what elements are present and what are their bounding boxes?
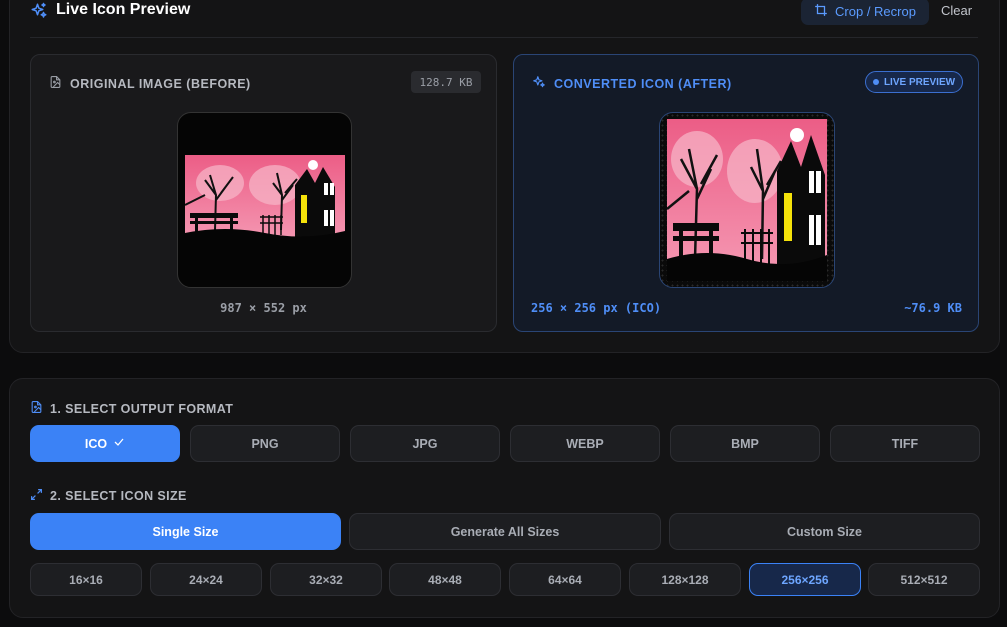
mode-label: Single Size (152, 524, 219, 539)
format-option-tiff[interactable]: TIFF (830, 425, 980, 462)
crop-button[interactable]: Crop / Recrop (801, 0, 929, 25)
crop-icon (814, 3, 828, 20)
checkmark-icon (113, 436, 125, 451)
mode-label: Generate All Sizes (450, 524, 560, 539)
original-image (185, 155, 345, 245)
format-option-label: WEBP (566, 436, 604, 451)
original-dimensions: 987 × 552 px (220, 301, 307, 315)
format-option-ico[interactable]: ICO (30, 425, 180, 462)
size-option-512[interactable]: 512×512 (868, 563, 980, 596)
format-option-jpg[interactable]: JPG (350, 425, 500, 462)
format-option-bmp[interactable]: BMP (670, 425, 820, 462)
output-format-heading: 1. SELECT OUTPUT FORMAT (30, 400, 233, 417)
icon-size-label: 2. SELECT ICON SIZE (50, 489, 187, 503)
size-option-64[interactable]: 64×64 (509, 563, 621, 596)
converted-icon-image (667, 119, 827, 281)
converted-icon-heading: CONVERTED ICON (AFTER) (532, 75, 732, 92)
converted-icon-frame (659, 112, 835, 288)
converted-file-size: ~76.9 KB (904, 301, 962, 315)
original-image-card: ORIGINAL IMAGE (BEFORE) 128.7 KB 987 × 5… (30, 54, 497, 332)
converted-icon-title: CONVERTED ICON (AFTER) (554, 76, 732, 91)
original-size-badge: 128.7 KB (411, 71, 481, 93)
converted-icon-card: CONVERTED ICON (AFTER) LIVE PREVIEW 256 … (513, 54, 979, 332)
original-image-heading: ORIGINAL IMAGE (BEFORE) (49, 75, 251, 92)
header-divider (30, 37, 978, 38)
size-option-128[interactable]: 128×128 (629, 563, 741, 596)
size-option-48[interactable]: 48×48 (389, 563, 501, 596)
icon-size-heading: 2. SELECT ICON SIZE (30, 488, 187, 504)
live-preview-badge: LIVE PREVIEW (865, 71, 963, 93)
mode-label: Custom Size (786, 524, 862, 539)
format-option-label: BMP (731, 436, 759, 451)
format-option-label: ICO (84, 436, 108, 451)
mode-custom-size[interactable]: Custom Size (669, 513, 980, 550)
image-file-icon (49, 75, 62, 92)
size-option-256[interactable]: 256×256 (749, 563, 861, 596)
original-image-frame (177, 112, 352, 288)
sparkles-icon (532, 75, 546, 92)
format-option-label: TIFF (891, 436, 919, 451)
mode-generate-all-sizes[interactable]: Generate All Sizes (349, 513, 661, 550)
format-option-png[interactable]: PNG (190, 425, 340, 462)
mode-single-size[interactable]: Single Size (30, 513, 341, 550)
clear-button[interactable]: Clear (941, 3, 972, 18)
live-dot-icon (872, 79, 879, 85)
output-format-label: 1. SELECT OUTPUT FORMAT (50, 401, 234, 416)
crop-button-label: Crop / Recrop (835, 4, 916, 19)
sparkles-icon (30, 2, 48, 20)
image-file-icon (30, 400, 43, 417)
format-option-webp[interactable]: WEBP (510, 425, 660, 462)
page-title: Live Icon Preview (56, 1, 191, 18)
format-option-label: PNG (251, 436, 279, 451)
live-preview-label: LIVE PREVIEW (883, 76, 956, 88)
original-image-title: ORIGINAL IMAGE (BEFORE) (70, 76, 251, 91)
size-option-32[interactable]: 32×32 (270, 563, 382, 596)
expand-icon (30, 488, 43, 504)
format-option-label: JPG (412, 436, 438, 451)
converted-dimensions: 256 × 256 px (ICO) (531, 301, 662, 315)
preview-header: Live Icon Preview Crop / Recrop Clear (30, 0, 978, 25)
size-option-24[interactable]: 24×24 (150, 563, 262, 596)
size-option-16[interactable]: 16×16 (30, 563, 142, 596)
